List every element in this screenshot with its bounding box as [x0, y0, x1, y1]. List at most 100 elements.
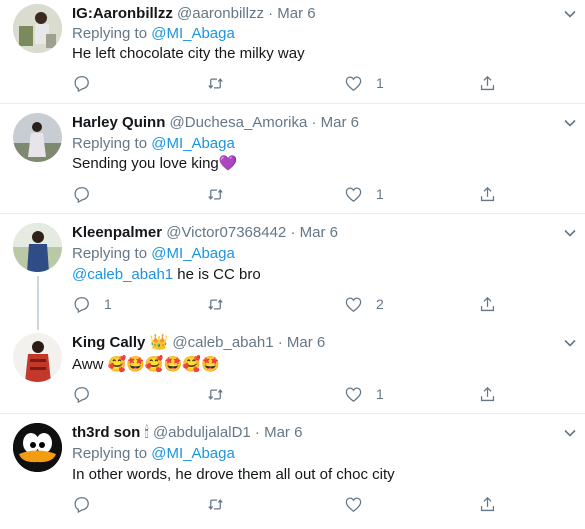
avatar[interactable]	[13, 113, 62, 162]
share-icon	[480, 296, 495, 311]
heart-icon	[345, 76, 362, 91]
retweet-button[interactable]	[206, 184, 225, 204]
share-button[interactable]	[478, 73, 497, 93]
tweet-aaronbillzz[interactable]: IG:Aaronbillzz @aaronbillzz · Mar 6 Repl…	[0, 0, 585, 96]
chevron-down-icon[interactable]	[563, 7, 577, 21]
tweet-text: Sending you love king💜	[72, 154, 237, 174]
avatar[interactable]	[13, 423, 62, 472]
retweet-button[interactable]	[206, 294, 225, 314]
like-count: 1	[376, 75, 384, 91]
reply-count: 1	[104, 296, 112, 312]
display-name[interactable]: King Cally	[72, 334, 145, 351]
heart-icon	[345, 297, 362, 312]
share-button[interactable]	[478, 294, 497, 314]
user-handle[interactable]: @abduljalalD1	[153, 424, 251, 441]
share-icon	[480, 386, 495, 401]
replying-prefix: Replying to	[72, 135, 148, 152]
retweet-icon	[208, 498, 223, 510]
tweet-date[interactable]: · Mar 6	[290, 224, 338, 241]
replying-to-link[interactable]: @MI_Abaga	[151, 135, 235, 152]
retweet-icon	[208, 298, 223, 310]
share-icon	[480, 186, 495, 201]
reply-icon	[74, 496, 89, 513]
display-name[interactable]: th3rd son	[72, 424, 140, 441]
replying-to: Replying to @MI_Abaga	[72, 244, 235, 264]
reply-icon	[74, 75, 89, 92]
retweet-button[interactable]	[206, 73, 225, 93]
retweet-icon	[208, 388, 223, 400]
tweet-text: Aww 🥰🤩🥰🤩🥰🤩	[72, 355, 220, 375]
tweet-th3rd-son[interactable]: th3rd son 🕯 @abduljalalD1 · Mar 6 Replyi…	[0, 414, 585, 529]
like-button[interactable]	[344, 494, 363, 514]
tweet-actions	[72, 494, 512, 514]
reply-icon	[74, 296, 89, 313]
user-handle[interactable]: @Duchesa_Amorika	[170, 114, 308, 131]
tweet-date[interactable]: · Mar 6	[278, 334, 326, 351]
tweet-duchesa[interactable]: Harley Quinn @Duchesa_Amorika · Mar 6 Re…	[0, 104, 585, 212]
retweet-button[interactable]	[206, 494, 225, 514]
tweet-date[interactable]: · Mar 6	[268, 5, 316, 22]
chevron-down-icon[interactable]	[563, 336, 577, 350]
share-button[interactable]	[478, 384, 497, 404]
reply-button[interactable]: 1	[72, 294, 112, 314]
candle-emoji: 🕯	[144, 424, 149, 441]
share-button[interactable]	[478, 184, 497, 204]
tweet-text: In other words, he drove them all out of…	[72, 466, 395, 483]
tweet-king-cally[interactable]: King Cally 👑 @caleb_abah1 · Mar 6 Aww 🥰🤩…	[0, 324, 585, 412]
heart-icon	[345, 387, 362, 402]
user-handle[interactable]: @aaronbillzz	[177, 5, 264, 22]
tweet-date[interactable]: · Mar 6	[255, 424, 303, 441]
user-handle[interactable]: @Victor07368442	[166, 224, 286, 241]
tweet-text-content: Sending you love king	[72, 155, 219, 172]
tweet-date[interactable]: · Mar 6	[312, 114, 360, 131]
tweet-header: Harley Quinn @Duchesa_Amorika · Mar 6	[72, 113, 359, 133]
purple-heart-emoji: 💜	[218, 155, 238, 172]
mention-link[interactable]: @caleb_abah1	[72, 266, 173, 283]
like-button[interactable]: 1	[344, 384, 384, 404]
like-count: 1	[376, 186, 384, 202]
reply-button[interactable]	[72, 494, 91, 514]
tweet-kleenpalmer[interactable]: Kleenpalmer @Victor07368442 · Mar 6 Repl…	[0, 214, 585, 324]
chevron-down-icon[interactable]	[563, 426, 577, 440]
replying-to-link[interactable]: @MI_Abaga	[151, 25, 235, 42]
avatar[interactable]	[13, 333, 62, 382]
replying-to-link[interactable]: @MI_Abaga	[151, 445, 235, 462]
display-name[interactable]: IG:Aaronbillzz	[72, 5, 173, 22]
display-name[interactable]: Harley Quinn	[72, 114, 165, 131]
retweet-button[interactable]	[206, 384, 225, 404]
share-icon	[480, 496, 495, 511]
reply-icon	[74, 386, 89, 403]
avatar[interactable]	[13, 4, 62, 53]
replying-to: Replying to @MI_Abaga	[72, 444, 235, 464]
like-button[interactable]: 1	[344, 73, 384, 93]
user-handle[interactable]: @caleb_abah1	[172, 334, 273, 351]
reply-button[interactable]	[72, 384, 91, 404]
tweet-actions: 1	[72, 184, 512, 204]
chevron-down-icon[interactable]	[563, 116, 577, 130]
like-button[interactable]: 1	[344, 184, 384, 204]
crown-emoji: 👑	[149, 334, 169, 351]
display-name[interactable]: Kleenpalmer	[72, 224, 162, 241]
like-count: 1	[376, 386, 384, 402]
tweet-text-content: Aww	[72, 356, 104, 373]
tweet-text: He left chocolate city the milky way	[72, 45, 305, 62]
heart-icon	[345, 187, 362, 202]
like-count: 2	[376, 296, 384, 312]
heart-icon	[345, 497, 362, 512]
reply-button[interactable]	[72, 73, 91, 93]
replying-to: Replying to @MI_Abaga	[72, 134, 235, 154]
reply-button[interactable]	[72, 184, 91, 204]
tweet-text-content: he is CC bro	[173, 266, 261, 283]
replying-prefix: Replying to	[72, 245, 148, 262]
avatar[interactable]	[13, 223, 62, 272]
tweet-actions: 1	[72, 73, 512, 93]
retweet-icon	[208, 77, 223, 89]
chevron-down-icon[interactable]	[563, 226, 577, 240]
share-icon	[480, 75, 495, 90]
emoji-sequence: 🥰🤩🥰🤩🥰🤩	[107, 356, 220, 373]
tweet-header: th3rd son 🕯 @abduljalalD1 · Mar 6	[72, 423, 302, 443]
like-button[interactable]: 2	[344, 294, 384, 314]
share-button[interactable]	[478, 494, 497, 514]
tweet-actions: 1	[72, 384, 512, 404]
replying-to-link[interactable]: @MI_Abaga	[151, 245, 235, 262]
